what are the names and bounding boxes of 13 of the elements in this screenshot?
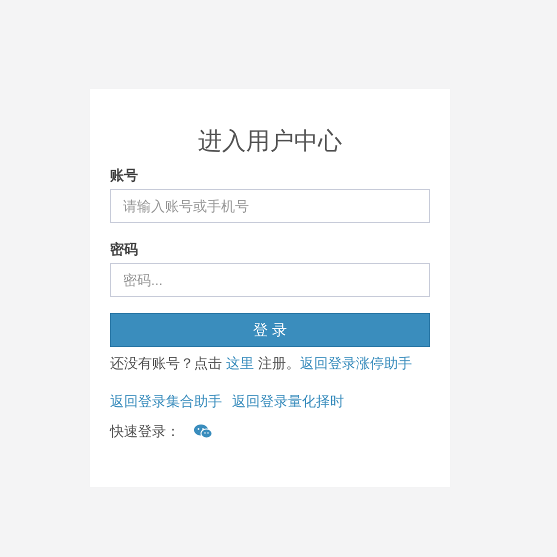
login-button[interactable]: 登 录 [110,313,430,347]
input-field[interactable]: 请输入账号或手机号 [110,189,430,223]
register-text: 还没有账号？点击 这里 注册。返回登录涨停助手 [110,354,412,373]
return-link[interactable]: 返回登录涨停助手 [300,355,412,371]
input-field[interactable]: 密码... [110,263,430,297]
return-link[interactable]: 返回登录量化择时 [232,391,344,411]
field-label: 账号 [110,166,138,185]
quick-login-label: 快速登录： [110,422,180,441]
field-label: 密码 [110,240,138,259]
return-link[interactable]: 返回登录集合助手 [110,391,222,411]
page-title: 进入用户中心 [197,127,343,157]
register-link[interactable]: 这里 [226,355,254,371]
chat-bubbles-icon[interactable] [194,424,212,438]
